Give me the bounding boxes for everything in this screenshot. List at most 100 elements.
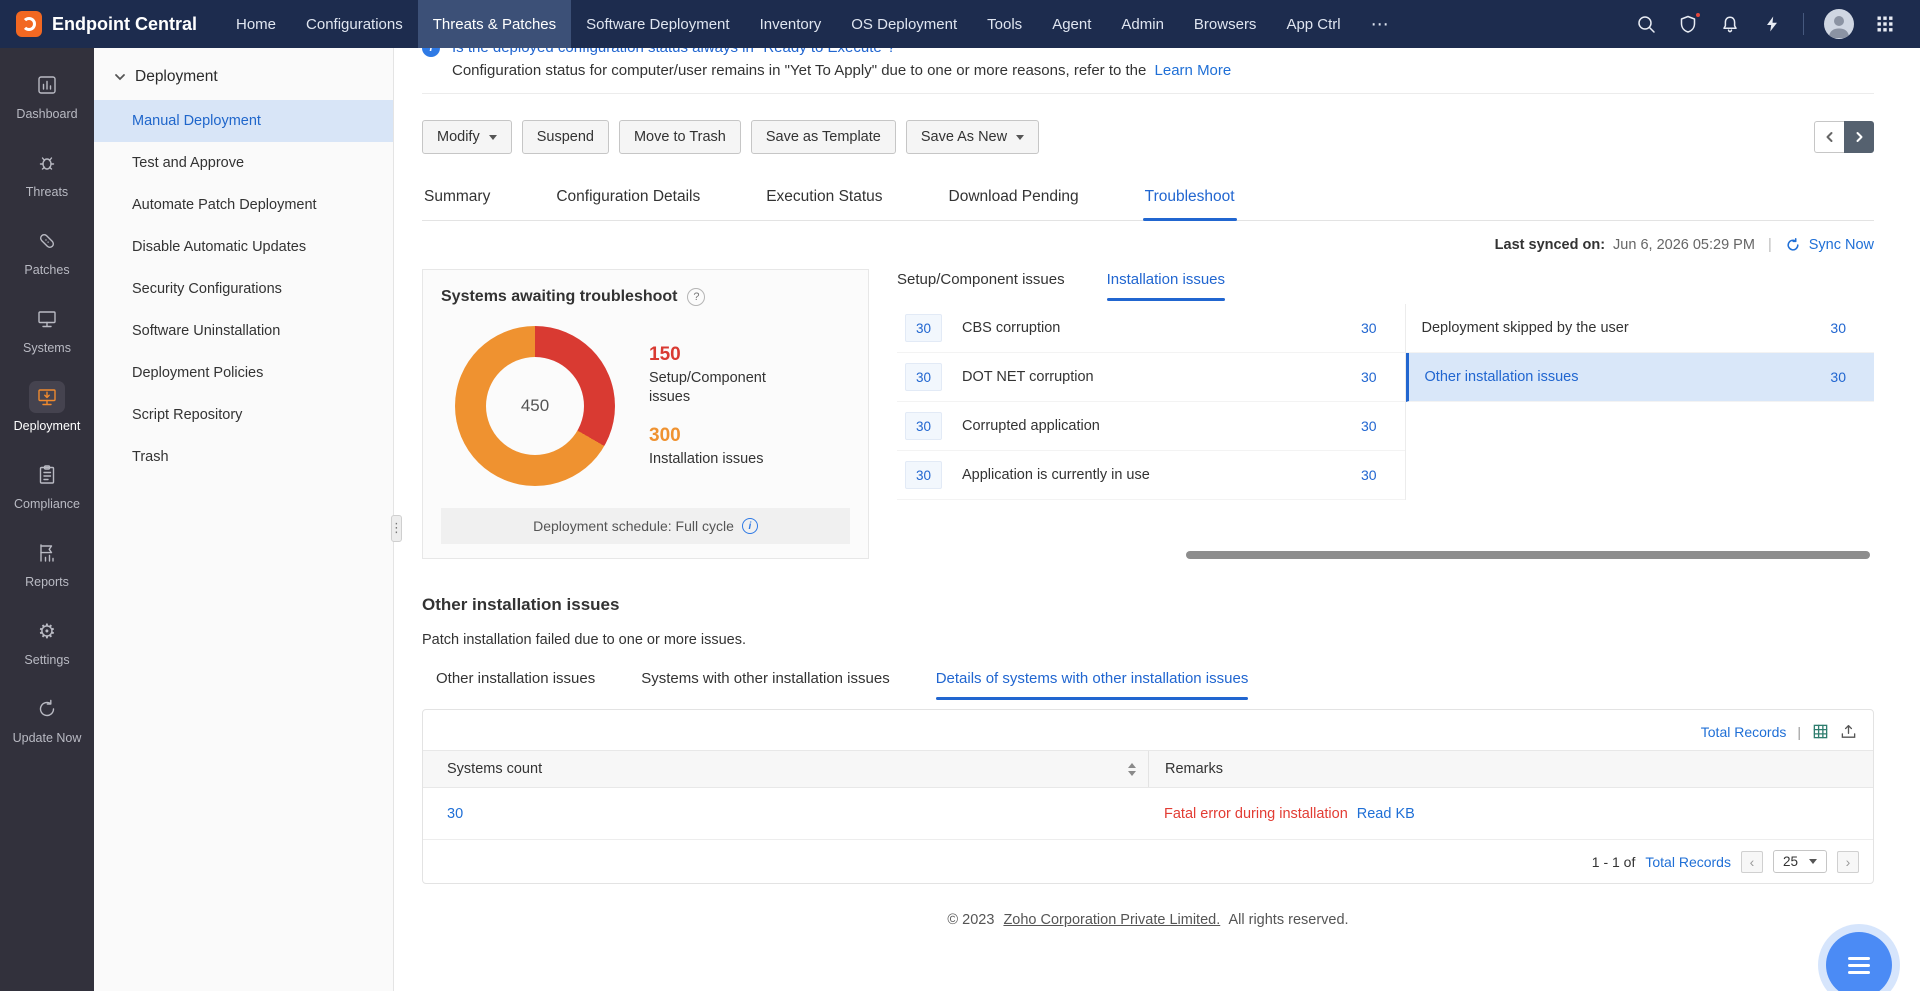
rail-item-threats[interactable]: Threats: [0, 134, 94, 212]
nav-item-software-deployment[interactable]: Software Deployment: [571, 0, 744, 48]
issue-count[interactable]: 30: [1361, 418, 1377, 434]
issue-count[interactable]: 30: [1361, 467, 1377, 483]
horizontal-scrollbar[interactable]: [897, 551, 1874, 559]
sidebar-item-script-repository[interactable]: Script Repository: [94, 394, 393, 436]
help-icon[interactable]: ?: [687, 288, 705, 306]
nav-item-inventory[interactable]: Inventory: [745, 0, 837, 48]
tab-details-of-systems[interactable]: Details of systems with other installati…: [936, 670, 1249, 699]
issue-label: CBS corruption: [962, 320, 1361, 336]
rail-item-systems[interactable]: Systems: [0, 290, 94, 368]
sync-now-link[interactable]: Sync Now: [1809, 237, 1874, 253]
threats-bug-icon: [29, 147, 65, 179]
nav-item-browsers[interactable]: Browsers: [1179, 0, 1272, 48]
sidebar-section-title: Deployment: [135, 68, 218, 86]
notification-bell-icon[interactable]: [1719, 13, 1741, 35]
systems-donut-chart[interactable]: 450: [455, 326, 615, 486]
tab-configuration-details[interactable]: Configuration Details: [554, 184, 702, 220]
rail-item-dashboard[interactable]: Dashboard: [0, 56, 94, 134]
issue-row-corrupted-application[interactable]: 30 Corrupted application 30: [897, 402, 1405, 451]
systems-count-link[interactable]: 30: [447, 806, 463, 822]
rail-label: Deployment: [14, 419, 81, 433]
sidebar-resize-handle[interactable]: ⋮: [391, 515, 402, 542]
column-chooser-icon[interactable]: [1812, 723, 1829, 740]
issue-row-application-in-use[interactable]: 30 Application is currently in use 30: [897, 451, 1405, 500]
tab-summary[interactable]: Summary: [422, 184, 492, 220]
nav-item-more[interactable]: ⋯: [1356, 0, 1404, 48]
sidebar-item-test-and-approve[interactable]: Test and Approve: [94, 142, 393, 184]
rail-item-reports[interactable]: Reports: [0, 524, 94, 602]
save-as-new-button[interactable]: Save As New: [906, 120, 1039, 154]
assistant-fab[interactable]: [1826, 932, 1892, 991]
sort-icon[interactable]: [1128, 763, 1136, 776]
sidebar-item-automate-patch-deployment[interactable]: Automate Patch Deployment: [94, 184, 393, 226]
previous-record-button[interactable]: [1814, 121, 1844, 153]
total-records-pagination-link[interactable]: Total Records: [1645, 854, 1731, 870]
top-navbar: Endpoint Central Home Configurations Thr…: [0, 0, 1920, 48]
suspend-button[interactable]: Suspend: [522, 120, 609, 154]
rail-item-compliance[interactable]: Compliance: [0, 446, 94, 524]
banner-question-link[interactable]: Is the deployed configuration status alw…: [452, 48, 1231, 58]
nav-item-agent[interactable]: Agent: [1037, 0, 1106, 48]
search-icon[interactable]: [1635, 13, 1657, 35]
issue-count[interactable]: 30: [1830, 369, 1846, 385]
page-size-select[interactable]: 25: [1773, 850, 1827, 873]
nav-item-admin[interactable]: Admin: [1106, 0, 1179, 48]
move-to-trash-label: Move to Trash: [634, 129, 726, 145]
nav-item-threats-patches[interactable]: Threats & Patches: [418, 0, 571, 48]
tab-download-pending[interactable]: Download Pending: [947, 184, 1081, 220]
page-next-button[interactable]: ›: [1837, 851, 1859, 873]
sidebar-section-header[interactable]: Deployment: [94, 48, 393, 100]
rail-item-update-now[interactable]: Update Now: [0, 680, 94, 758]
legend-label: Installation issues: [649, 450, 804, 469]
issue-row-cbs-corruption[interactable]: 30 CBS corruption 30: [897, 304, 1405, 353]
nav-item-tools[interactable]: Tools: [972, 0, 1037, 48]
sidebar-item-trash[interactable]: Trash: [94, 436, 393, 478]
issue-count[interactable]: 30: [1361, 320, 1377, 336]
export-icon[interactable]: [1840, 723, 1857, 740]
nav-item-app-ctrl[interactable]: App Ctrl: [1271, 0, 1355, 48]
nav-item-configurations[interactable]: Configurations: [291, 0, 418, 48]
issue-badge: 30: [905, 314, 942, 342]
user-avatar[interactable]: [1824, 9, 1854, 39]
save-as-template-button[interactable]: Save as Template: [751, 120, 896, 154]
total-records-link[interactable]: Total Records: [1701, 724, 1787, 740]
move-to-trash-button[interactable]: Move to Trash: [619, 120, 741, 154]
issue-count[interactable]: 30: [1830, 320, 1846, 336]
rail-item-patches[interactable]: Patches: [0, 212, 94, 290]
nav-item-os-deployment[interactable]: OS Deployment: [836, 0, 972, 48]
sidebar-item-software-uninstallation[interactable]: Software Uninstallation: [94, 310, 393, 352]
apps-grid-icon[interactable]: [1874, 13, 1896, 35]
compliance-clipboard-icon: [29, 459, 65, 491]
tab-troubleshoot[interactable]: Troubleshoot: [1143, 184, 1237, 220]
page-prev-button[interactable]: ‹: [1741, 851, 1763, 873]
tab-other-installation-issues[interactable]: Other installation issues: [436, 670, 595, 699]
info-icon[interactable]: i: [742, 518, 758, 534]
nav-item-home[interactable]: Home: [221, 0, 291, 48]
modify-button[interactable]: Modify: [422, 120, 512, 154]
quick-actions-lightning-icon[interactable]: [1761, 13, 1783, 35]
rail-item-deployment[interactable]: Deployment: [0, 368, 94, 446]
sidebar-item-security-configurations[interactable]: Security Configurations: [94, 268, 393, 310]
sidebar-item-manual-deployment[interactable]: Manual Deployment: [94, 100, 393, 142]
sidebar-item-disable-automatic-updates[interactable]: Disable Automatic Updates: [94, 226, 393, 268]
legend-installation[interactable]: 300 Installation issues: [649, 425, 804, 469]
issue-row-dot-net-corruption[interactable]: 30 DOT NET corruption 30: [897, 353, 1405, 402]
learn-more-link[interactable]: Learn More: [1155, 62, 1232, 79]
brand[interactable]: Endpoint Central: [0, 0, 221, 48]
issue-row-other-installation-issues[interactable]: Other installation issues 30: [1406, 353, 1874, 402]
issue-count[interactable]: 30: [1361, 369, 1377, 385]
tab-installation-issues[interactable]: Installation issues: [1107, 271, 1225, 300]
scrollbar-thumb[interactable]: [1186, 551, 1870, 559]
tab-systems-with-other-installation-issues[interactable]: Systems with other installation issues: [641, 670, 889, 699]
issue-row-deployment-skipped[interactable]: Deployment skipped by the user 30: [1406, 304, 1874, 353]
security-shield-icon[interactable]: [1677, 13, 1699, 35]
legend-setup-component[interactable]: 150 Setup/Component issues: [649, 344, 804, 407]
zoho-corporation-link[interactable]: Zoho Corporation Private Limited.: [1003, 912, 1220, 928]
tab-execution-status[interactable]: Execution Status: [764, 184, 884, 220]
sidebar-item-deployment-policies[interactable]: Deployment Policies: [94, 352, 393, 394]
read-kb-link[interactable]: Read KB: [1357, 806, 1415, 822]
rail-item-settings[interactable]: ⚙ Settings: [0, 602, 94, 680]
next-record-button[interactable]: [1844, 121, 1874, 153]
column-systems-count[interactable]: Systems count: [447, 761, 542, 777]
tab-setup-component-issues[interactable]: Setup/Component issues: [897, 271, 1065, 300]
